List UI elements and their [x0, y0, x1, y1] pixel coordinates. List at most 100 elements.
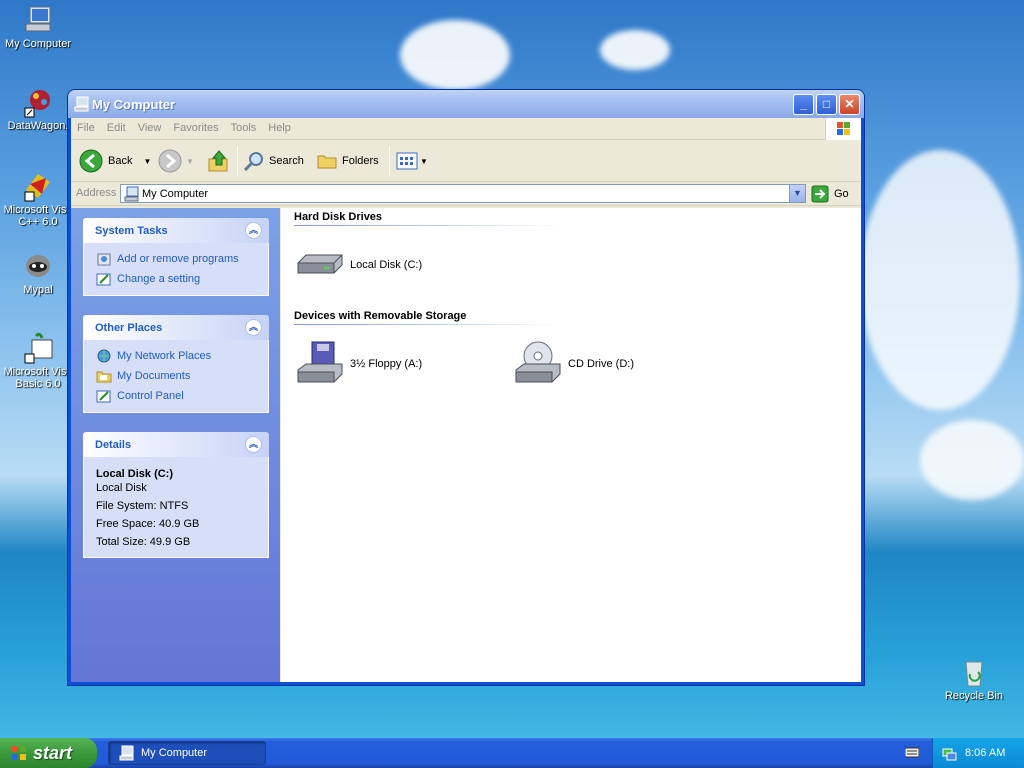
address-value: My Computer — [142, 188, 209, 200]
computer-icon — [74, 96, 90, 112]
desktop-icon-recycle-bin[interactable]: Recycle Bin — [936, 656, 1012, 702]
windows-logo-icon — [825, 118, 861, 140]
cloud — [600, 30, 670, 70]
details-body: Local Disk (C:) Local Disk File System: … — [83, 457, 269, 558]
menu-file[interactable]: File — [71, 118, 101, 134]
my-documents-link[interactable]: My Documents — [96, 366, 268, 386]
collapse-icon[interactable]: ︽ — [245, 436, 262, 453]
search-button[interactable]: Search — [243, 140, 304, 182]
system-tasks-panel: System Tasks ︽ Add or remove programs Ch… — [83, 218, 269, 296]
taskbar: start My Computer 8:06 AM — [0, 738, 1024, 768]
chevron-down-icon[interactable]: ▼ — [186, 157, 194, 166]
start-label: start — [33, 742, 73, 763]
minimize-button[interactable]: _ — [793, 94, 814, 115]
system-tray: 8:06 AM — [932, 738, 1024, 768]
cloud — [860, 150, 1020, 410]
address-bar: Address My Computer ▼ Go — [71, 182, 861, 206]
drive-label: Local Disk (C:) — [350, 259, 423, 271]
address-input[interactable]: My Computer ▼ — [120, 184, 806, 203]
network-tray-icon[interactable] — [941, 745, 957, 761]
details-header[interactable]: Details ︽ — [83, 432, 269, 457]
recycle-bin-icon — [958, 656, 990, 688]
back-label: Back — [108, 155, 133, 167]
other-places-header[interactable]: Other Places ︽ — [83, 315, 269, 340]
toolbar: Back ▼ ▼ Search Folders ▼ — [71, 140, 861, 182]
views-icon — [396, 152, 418, 170]
group-title-removable-storage: Devices with Removable Storage — [294, 310, 467, 322]
change-setting-link[interactable]: Change a setting — [96, 269, 268, 289]
title-bar[interactable]: My Computer _ □ ✕ — [68, 90, 864, 118]
documents-folder-icon — [96, 371, 112, 383]
my-network-places-link[interactable]: My Network Places — [96, 346, 268, 366]
forward-button[interactable]: ▼ — [158, 140, 194, 182]
folders-label: Folders — [342, 155, 379, 167]
start-button[interactable]: start — [0, 738, 97, 768]
panel-title: Other Places — [95, 322, 163, 334]
computer-icon — [119, 745, 134, 761]
collapse-icon[interactable]: ︽ — [245, 319, 262, 336]
window-title: My Computer — [92, 97, 176, 112]
visual-cpp-icon — [22, 170, 54, 202]
close-button[interactable]: ✕ — [839, 94, 860, 115]
system-tasks-header[interactable]: System Tasks ︽ — [83, 218, 269, 243]
details-total-size: Total Size: 49.9 GB — [96, 536, 191, 548]
content-area: System Tasks ︽ Add or remove programs Ch… — [71, 208, 861, 682]
back-arrow-icon — [79, 149, 103, 173]
up-folder-button[interactable] — [207, 140, 231, 182]
keyboard-icon[interactable] — [904, 745, 920, 759]
chevron-down-icon[interactable]: ▼ — [789, 185, 805, 202]
panel-title: System Tasks — [95, 225, 168, 237]
desktop-icon-my-computer[interactable]: My Computer — [0, 4, 76, 50]
desktop-icon-visual-basic[interactable]: Microsoft Visu Basic 6.0 — [0, 332, 76, 390]
panel-title: Details — [95, 439, 132, 451]
add-remove-programs-link[interactable]: Add or remove programs — [96, 249, 268, 269]
chevron-down-icon: ▼ — [420, 156, 428, 166]
taskbar-item-my-computer[interactable]: My Computer — [108, 741, 266, 765]
menu-tools[interactable]: Tools — [225, 118, 263, 134]
hard-disk-icon — [296, 241, 344, 289]
cloud — [920, 420, 1024, 500]
go-arrow-icon — [811, 185, 829, 203]
views-button[interactable]: ▼ — [396, 140, 428, 182]
desktop-icon-mypal[interactable]: Mypal — [0, 250, 76, 296]
control-panel-icon — [96, 390, 111, 403]
menu-favorites[interactable]: Favorites — [167, 118, 224, 134]
desktop-icon-visual-cpp[interactable]: Microsoft Visu C++ 6.0 — [0, 170, 76, 228]
cloud — [400, 20, 510, 90]
toolbar-separator — [389, 146, 390, 176]
address-label: Address — [76, 187, 117, 199]
toolbar-separator — [237, 146, 238, 176]
drive-item-floppy-a[interactable]: 3½ Floppy (A:) — [296, 340, 422, 388]
control-panel-link[interactable]: Control Panel — [96, 386, 268, 406]
go-button[interactable]: Go — [811, 185, 849, 203]
network-icon — [97, 349, 111, 363]
menu-view[interactable]: View — [132, 118, 168, 134]
up-folder-icon — [208, 150, 228, 172]
folders-button[interactable]: Folders — [316, 140, 379, 182]
group-divider — [294, 324, 564, 325]
desktop-icon-datawagon[interactable]: DataWagon. — [0, 86, 76, 132]
details-type: Local Disk — [96, 482, 147, 494]
search-label: Search — [269, 155, 304, 167]
menu-help[interactable]: Help — [262, 118, 297, 134]
datawagon-icon — [22, 86, 54, 118]
collapse-icon[interactable]: ︽ — [245, 222, 262, 239]
group-title-hard-disk-drives: Hard Disk Drives — [294, 211, 383, 223]
maximize-button[interactable]: □ — [816, 94, 837, 115]
windows-logo-icon — [12, 746, 26, 760]
chevron-down-icon[interactable]: ▼ — [143, 157, 151, 166]
menu-edit[interactable]: Edit — [101, 118, 132, 134]
drive-item-local-disk-c[interactable]: Local Disk (C:) — [296, 241, 422, 289]
forward-arrow-icon — [158, 149, 182, 173]
other-places-panel: Other Places ︽ My Network Places My Docu… — [83, 315, 269, 413]
computer-icon — [124, 186, 139, 202]
taskbar-item-label: My Computer — [141, 747, 208, 759]
visual-basic-icon — [22, 332, 54, 364]
panel-body: Add or remove programs Change a setting — [83, 243, 269, 296]
menu-bar: File Edit View Favorites Tools Help — [71, 118, 861, 140]
back-button[interactable]: Back ▼ — [79, 140, 151, 182]
clock[interactable]: 8:06 AM — [965, 747, 1005, 759]
drive-item-cd-drive-d[interactable]: CD Drive (D:) — [514, 340, 634, 388]
floppy-drive-icon — [296, 340, 344, 388]
cd-drive-icon — [514, 340, 562, 388]
